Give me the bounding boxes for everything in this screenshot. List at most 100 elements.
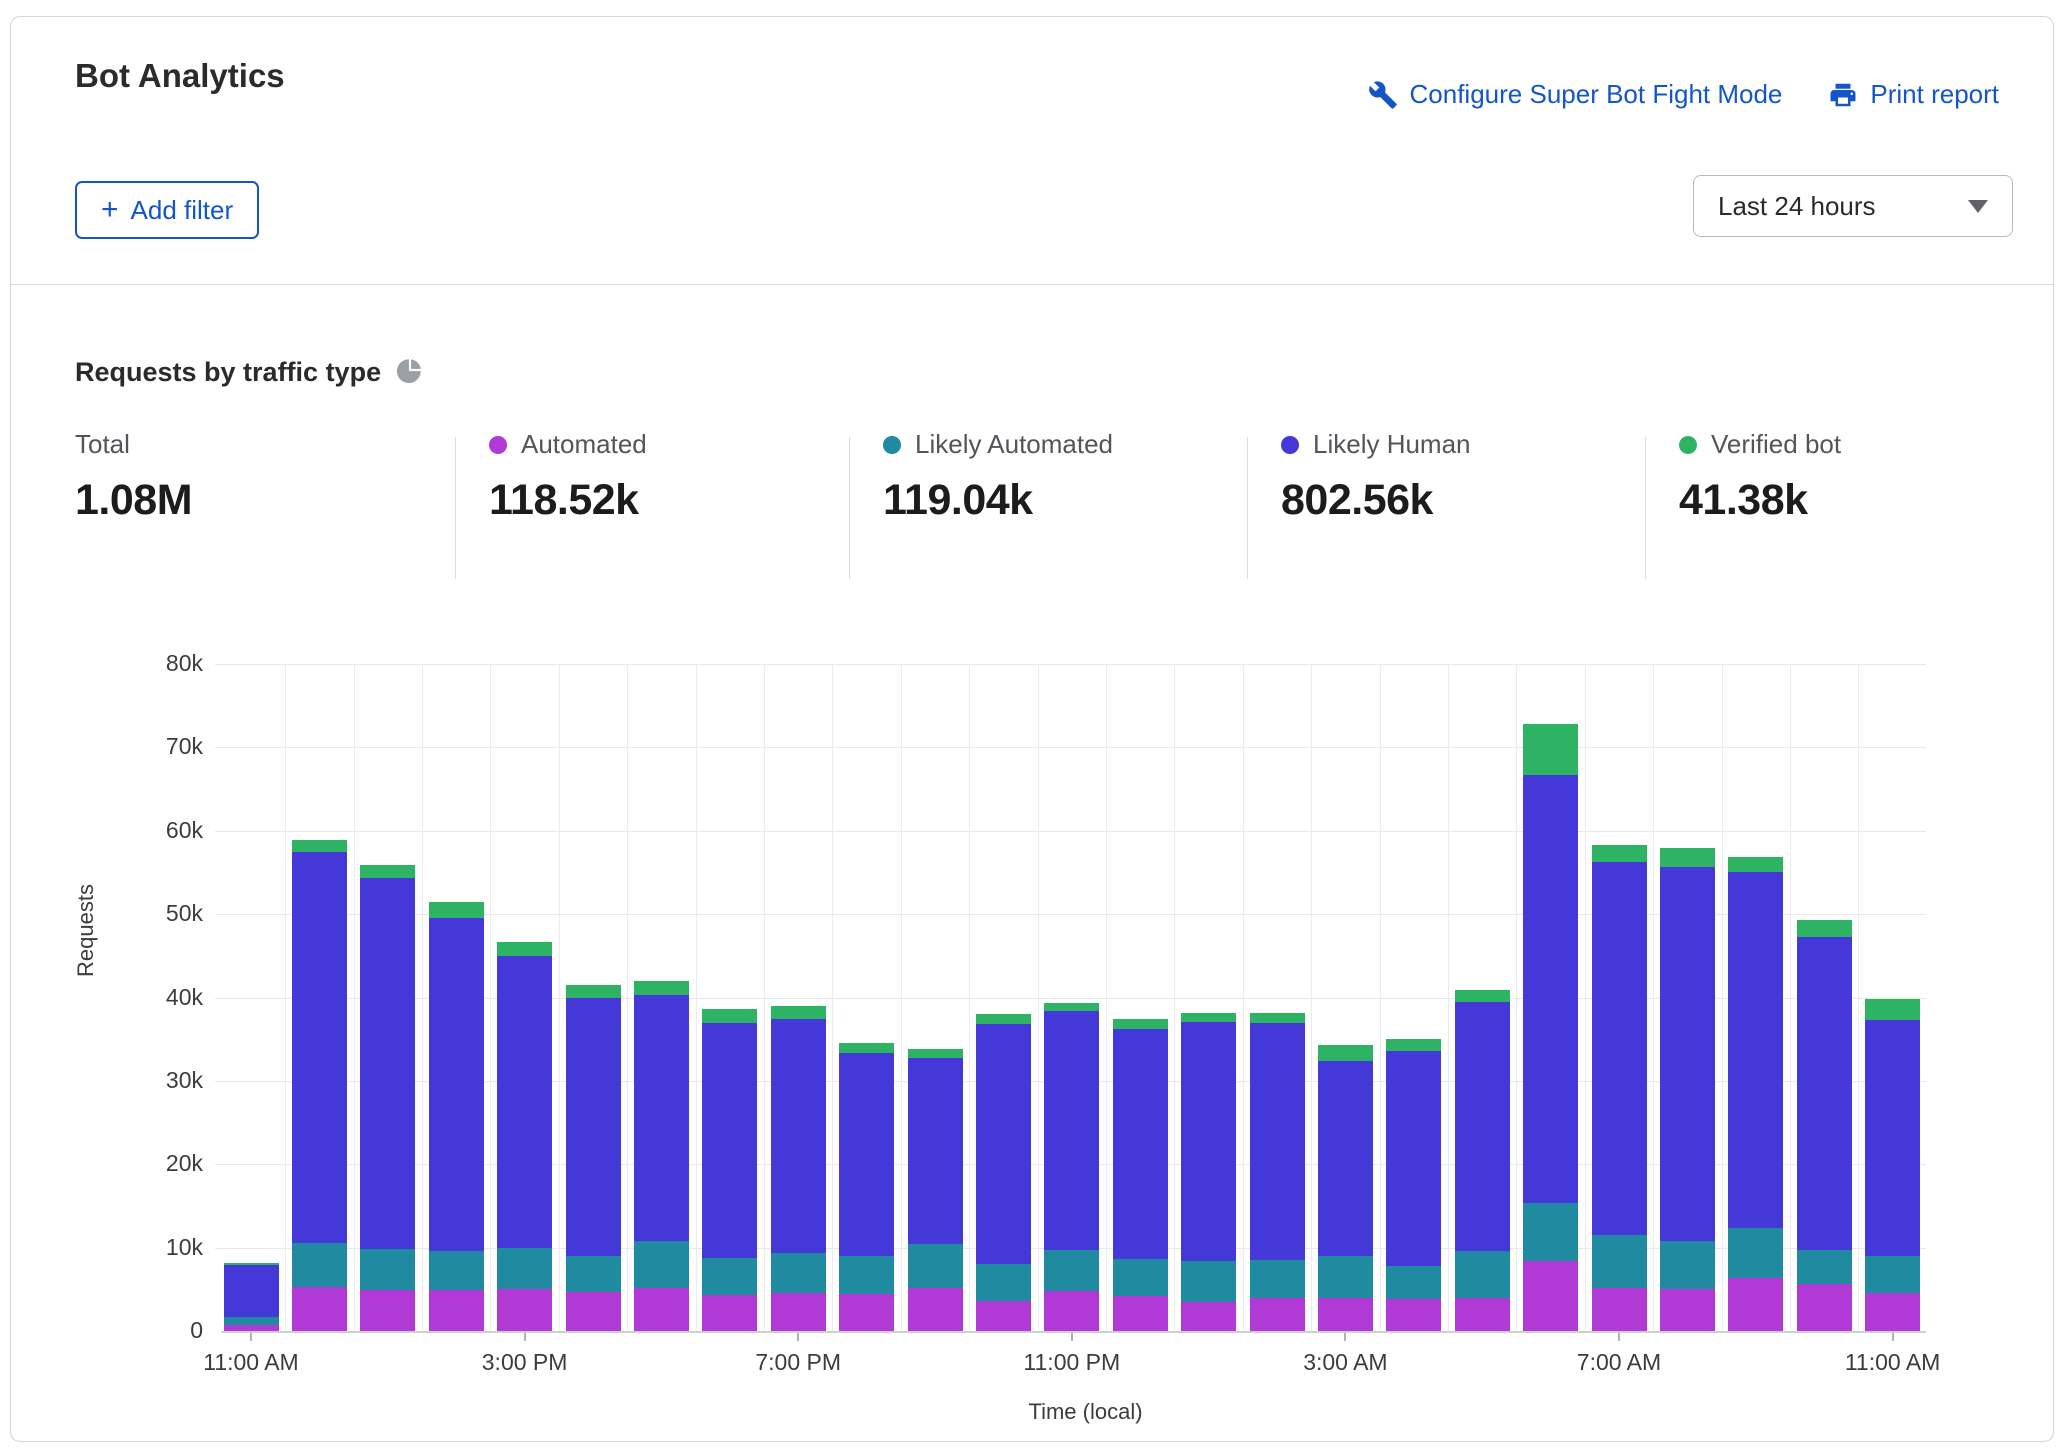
bar-segment-verified-bot bbox=[1728, 857, 1783, 873]
gridline-vertical bbox=[1106, 664, 1107, 1331]
bar-segment-automated bbox=[1318, 1298, 1373, 1331]
gridline-vertical bbox=[696, 664, 697, 1331]
y-axis-tick-label: 10k bbox=[123, 1234, 203, 1261]
bar-segment-likely-human bbox=[976, 1024, 1031, 1264]
x-axis-tick-label: 11:00 AM bbox=[1803, 1349, 1983, 1376]
bar-segment-verified-bot bbox=[1044, 1003, 1099, 1011]
bar-segment-automated bbox=[429, 1290, 484, 1331]
stacked-bar bbox=[360, 664, 415, 1331]
y-axis-tick-label: 80k bbox=[123, 650, 203, 677]
bar-segment-automated bbox=[1181, 1302, 1236, 1331]
bar-segment-verified-bot bbox=[1660, 848, 1715, 866]
y-axis-tick-label: 50k bbox=[123, 900, 203, 927]
gridline-vertical bbox=[1243, 664, 1244, 1331]
bar-segment-likely-automated bbox=[429, 1251, 484, 1290]
bar-segment-likely-automated bbox=[566, 1256, 621, 1292]
verified-bot-dot bbox=[1679, 436, 1697, 454]
y-axis-title: Requests bbox=[73, 884, 99, 977]
bar-segment-automated bbox=[292, 1287, 347, 1331]
stacked-bar bbox=[1728, 664, 1783, 1331]
bar-segment-likely-human bbox=[1728, 872, 1783, 1228]
bar-segment-likely-automated bbox=[1592, 1235, 1647, 1288]
x-axis-tick bbox=[1892, 1333, 1894, 1341]
stacked-bar bbox=[1386, 664, 1441, 1331]
time-range-select[interactable]: Last 24 hours bbox=[1693, 175, 2013, 237]
bar-segment-verified-bot bbox=[908, 1049, 963, 1058]
time-range-value: Last 24 hours bbox=[1718, 191, 1876, 222]
gridline-vertical bbox=[901, 664, 902, 1331]
bar-segment-likely-automated bbox=[360, 1249, 415, 1290]
bar-segment-verified-bot bbox=[1386, 1039, 1441, 1051]
bar-segment-automated bbox=[634, 1288, 689, 1331]
stat-label: Verified bot bbox=[1711, 429, 1841, 460]
gridline-vertical bbox=[1585, 664, 1586, 1331]
bar-segment-likely-human bbox=[1865, 1020, 1920, 1256]
stacked-bar bbox=[429, 664, 484, 1331]
page-title: Bot Analytics bbox=[75, 57, 285, 95]
bar-segment-automated bbox=[1660, 1289, 1715, 1331]
gridline-vertical bbox=[490, 664, 491, 1331]
bar-segment-automated bbox=[976, 1301, 1031, 1331]
stat-value: 119.04k bbox=[883, 476, 1113, 525]
printer-icon bbox=[1828, 80, 1858, 110]
bar-segment-likely-automated bbox=[1865, 1256, 1920, 1293]
gridline-vertical bbox=[1448, 664, 1449, 1331]
bot-analytics-card: Bot Analytics Configure Super Bot Fight … bbox=[10, 16, 2054, 1442]
print-report-link[interactable]: Print report bbox=[1828, 79, 1999, 110]
plus-icon: + bbox=[101, 195, 119, 225]
bar-segment-likely-automated bbox=[1044, 1250, 1099, 1291]
bar-segment-verified-bot bbox=[634, 981, 689, 995]
bot-analytics-page: Bot Analytics Configure Super Bot Fight … bbox=[0, 0, 2062, 1450]
bar-segment-likely-automated bbox=[1455, 1251, 1510, 1298]
gridline-vertical bbox=[764, 664, 765, 1331]
bar-segment-likely-automated bbox=[224, 1317, 279, 1325]
stacked-bar bbox=[1865, 664, 1920, 1331]
bar-segment-likely-human bbox=[1250, 1023, 1305, 1261]
stat-label: Total bbox=[75, 429, 130, 460]
bar-segment-verified-bot bbox=[1797, 920, 1852, 938]
bar-segment-likely-automated bbox=[1728, 1228, 1783, 1278]
stat-value: 802.56k bbox=[1281, 476, 1471, 525]
gridline-vertical bbox=[832, 664, 833, 1331]
y-axis-tick-label: 30k bbox=[123, 1067, 203, 1094]
automated-dot bbox=[489, 436, 507, 454]
gridline-vertical bbox=[1516, 664, 1517, 1331]
y-axis-tick-label: 40k bbox=[123, 984, 203, 1011]
gridline-vertical bbox=[422, 664, 423, 1331]
stat-divider bbox=[455, 437, 456, 579]
bar-segment-automated bbox=[1865, 1293, 1920, 1331]
add-filter-button[interactable]: + Add filter bbox=[75, 181, 259, 239]
stacked-bar bbox=[839, 664, 894, 1331]
bar-segment-automated bbox=[1797, 1284, 1852, 1331]
bar-segment-likely-automated bbox=[634, 1241, 689, 1289]
stacked-bar bbox=[292, 664, 347, 1331]
stat-verified-bot: Verified bot 41.38k bbox=[1679, 429, 1841, 525]
stat-divider bbox=[849, 437, 850, 579]
gridline-vertical bbox=[1311, 664, 1312, 1331]
bar-segment-likely-automated bbox=[702, 1258, 757, 1296]
add-filter-label: Add filter bbox=[131, 195, 234, 226]
bar-segment-verified-bot bbox=[771, 1006, 826, 1019]
stacked-bar bbox=[976, 664, 1031, 1331]
bar-segment-verified-bot bbox=[1592, 845, 1647, 862]
bar-segment-likely-automated bbox=[497, 1248, 552, 1289]
stat-total: Total 1.08M bbox=[75, 429, 192, 525]
stacked-bar bbox=[634, 664, 689, 1331]
bar-segment-likely-automated bbox=[292, 1243, 347, 1286]
configure-super-bot-fight-mode-link[interactable]: Configure Super Bot Fight Mode bbox=[1368, 79, 1783, 110]
bar-segment-verified-bot bbox=[1250, 1013, 1305, 1023]
gridline-vertical bbox=[285, 664, 286, 1331]
stacked-bar bbox=[1250, 664, 1305, 1331]
stat-value: 41.38k bbox=[1679, 476, 1841, 525]
bar-segment-automated bbox=[360, 1290, 415, 1331]
stacked-bar bbox=[224, 664, 279, 1331]
stacked-bar bbox=[1592, 664, 1647, 1331]
bar-segment-likely-human bbox=[1592, 862, 1647, 1236]
bar-segment-likely-human bbox=[1113, 1029, 1168, 1259]
x-axis-tick bbox=[1344, 1333, 1346, 1341]
bar-segment-likely-automated bbox=[1181, 1261, 1236, 1302]
stacked-bar bbox=[1113, 664, 1168, 1331]
section-title: Requests by traffic type bbox=[75, 357, 381, 388]
stacked-bar bbox=[1181, 664, 1236, 1331]
bar-segment-likely-automated bbox=[1113, 1259, 1168, 1296]
